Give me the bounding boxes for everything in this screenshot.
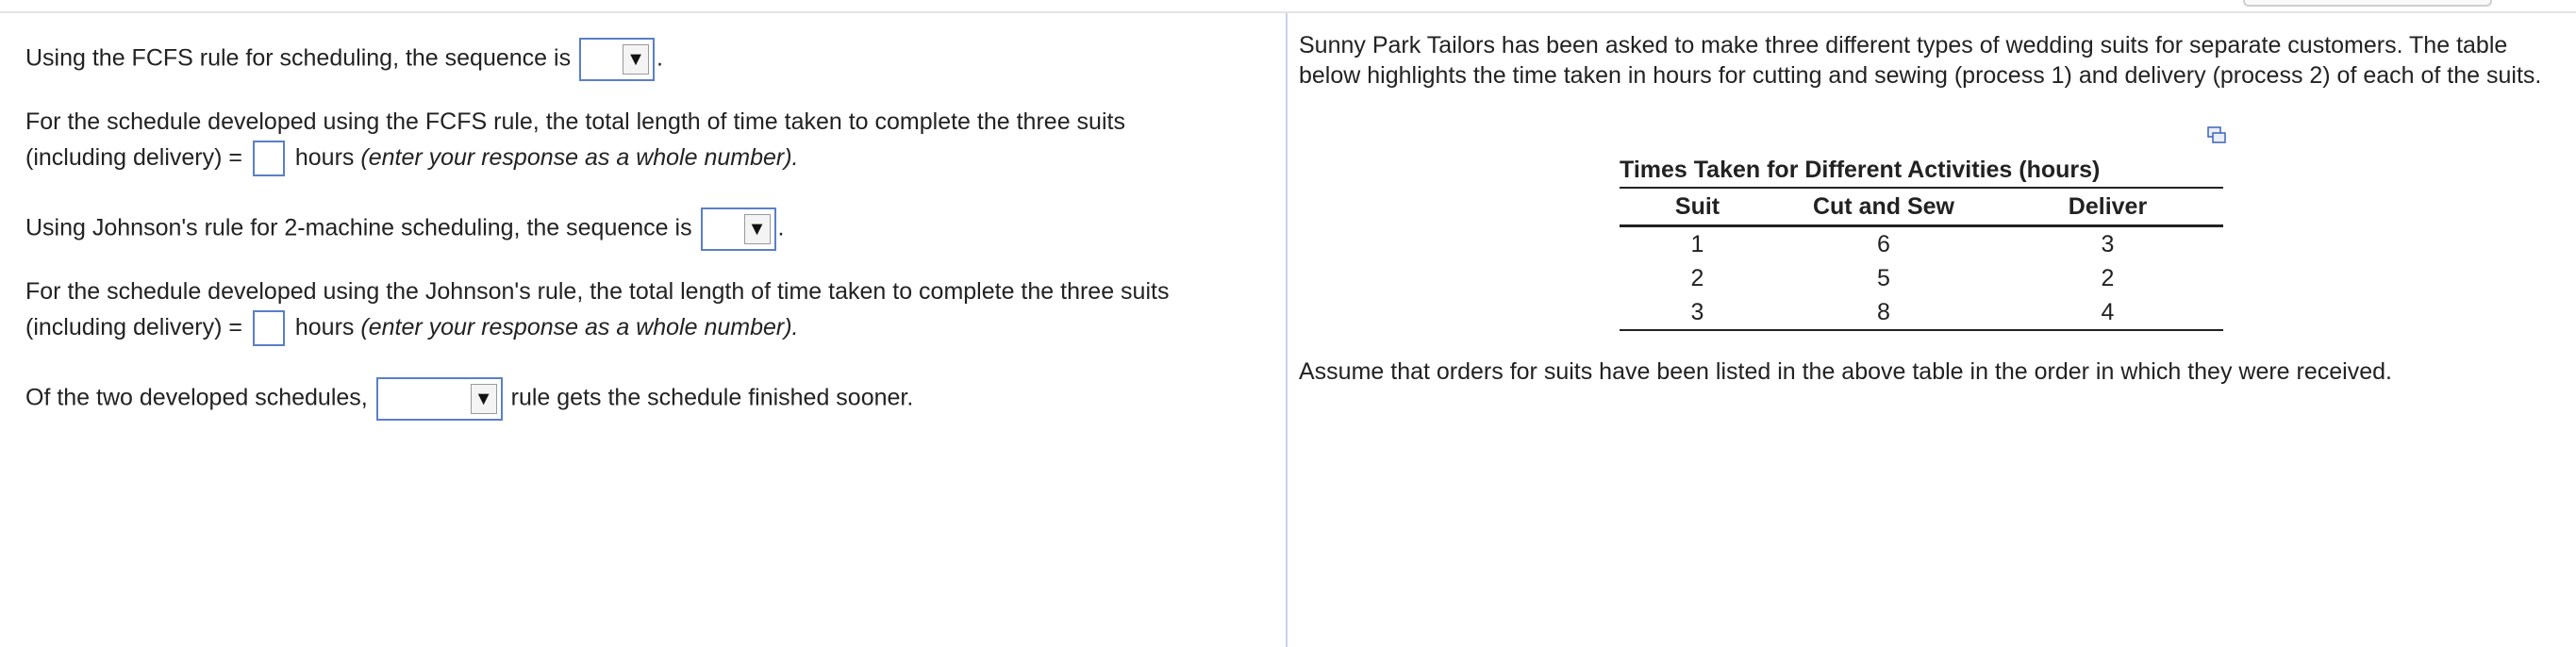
johnson-hours-input[interactable] (252, 310, 285, 347)
question-faster-rule: Of the two developed schedules, ▼ rule g… (25, 377, 913, 421)
including-delivery-label: (including delivery) = (25, 314, 242, 340)
header-cut-and-sew: Cut and Sew (1812, 193, 1954, 220)
hours-label: hours (294, 314, 355, 340)
question-johnson-total-time-text: For the schedule developed using the Joh… (25, 278, 1170, 305)
suit-cell: 1 (1690, 231, 1704, 257)
deliver-cell: 4 (2101, 299, 2115, 325)
problem-panel: Sunny Park Tailors has been asked to mak… (1299, 0, 2576, 647)
header-suit: Suit (1674, 193, 1720, 220)
hours-label: hours (294, 144, 355, 171)
suit-cell: 2 (1690, 265, 1704, 291)
whole-number-hint: (enter your response as a whole number). (360, 314, 799, 340)
popout-icon[interactable] (2207, 126, 2226, 143)
table-row: 1 6 3 (1620, 227, 2223, 261)
deliver-cell: 2 (2101, 265, 2115, 291)
header-deliver: Deliver (2068, 193, 2148, 220)
question-fcfs-total-time: For the schedule developed using the FCF… (25, 104, 1125, 177)
deliver-cell: 3 (2101, 231, 2115, 257)
table-title: Times Taken for Different Activities (ho… (1620, 157, 2101, 183)
chevron-down-icon: ▼ (623, 44, 650, 75)
table-row: 2 5 2 (1620, 261, 2223, 295)
fcfs-hours-input[interactable] (252, 141, 285, 177)
problem-intro: Sunny Park Tailors has been asked to mak… (1299, 32, 2542, 89)
question-faster-rule-text: Of the two developed schedules, (25, 384, 368, 411)
fcfs-sequence-dropdown[interactable]: ▼ (579, 38, 656, 81)
question-johnson-sequence: Using Johnson's rule for 2-machine sched… (25, 207, 784, 251)
question-fcfs-sequence-text: Using the FCFS rule for scheduling, the … (25, 44, 572, 72)
cut-and-sew-cell: 5 (1877, 265, 1890, 291)
question-johnson-total-time: For the schedule developed using the Joh… (25, 274, 1170, 347)
chevron-down-icon: ▼ (743, 214, 771, 244)
problem-outro: Assume that orders for suits have been l… (1299, 358, 2392, 385)
questions-panel: Using the FCFS rule for scheduling, the … (0, 0, 1286, 647)
faster-rule-dropdown[interactable]: ▼ (375, 377, 503, 421)
activity-times-table: Times Taken for Different Activities (ho… (1620, 153, 2223, 331)
question-fcfs-total-time-text: For the schedule developed using the FCF… (25, 108, 1125, 135)
johnson-sequence-dropdown[interactable]: ▼ (700, 207, 776, 251)
suit-cell: 3 (1690, 299, 1704, 325)
panel-divider[interactable] (1286, 13, 1288, 647)
period: . (777, 214, 785, 241)
question-johnson-sequence-text: Using Johnson's rule for 2-machine sched… (25, 214, 692, 241)
cut-and-sew-cell: 6 (1877, 231, 1890, 257)
cut-and-sew-cell: 8 (1877, 299, 1890, 325)
chevron-down-icon: ▼ (470, 384, 497, 414)
question-fcfs-sequence: Using the FCFS rule for scheduling, the … (25, 38, 663, 81)
table-header-row: Suit Cut and Sew Deliver (1620, 187, 2223, 227)
table-row: 3 8 4 (1620, 295, 2223, 331)
including-delivery-label: (including delivery) = (25, 144, 242, 171)
question-faster-rule-suffix: rule gets the schedule finished sooner. (510, 384, 914, 411)
whole-number-hint: (enter your response as a whole number). (360, 144, 799, 171)
period: . (656, 44, 663, 72)
